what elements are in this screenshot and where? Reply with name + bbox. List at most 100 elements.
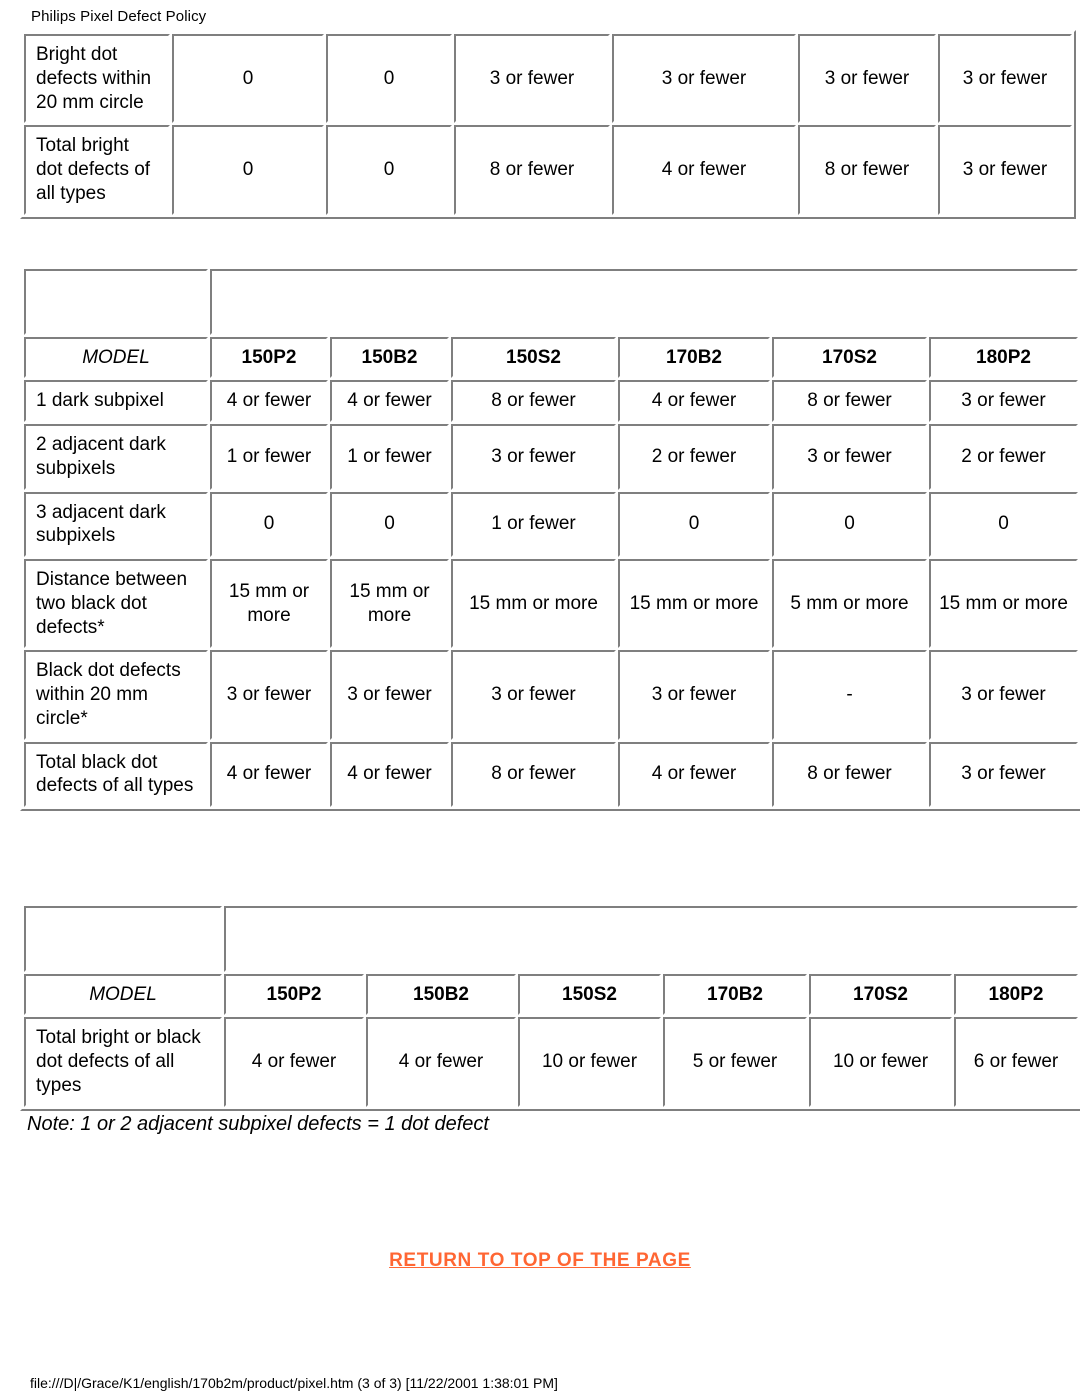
- cell-black-1-170S2: 3 or fewer: [772, 424, 927, 490]
- row-header-distance-between: Distance between two black dot defects*: [24, 559, 208, 649]
- cell-black-0-170B2: 4 or fewer: [618, 380, 770, 422]
- black-dot-acceptable-level-header: ACCEPTABLE LEVEL: [210, 269, 1079, 335]
- black-model-150B2: 150B2: [330, 336, 449, 379]
- table-row: Total bright or black dot defects of all…: [24, 1017, 1079, 1107]
- cell-bright-1-170S2: 8 or fewer: [798, 125, 936, 215]
- black-dot-corner-header: BLACK DOT DEFECTS: [24, 269, 208, 335]
- total-model-170B2: 170B2: [663, 973, 807, 1016]
- cell-black-4-170B2: 3 or fewer: [618, 650, 770, 740]
- cell-black-0-150P2: 4 or fewer: [210, 380, 328, 422]
- cell-bright-1-170B2: 4 or fewer: [612, 125, 796, 215]
- cell-total-0-170B2: 5 or fewer: [663, 1017, 807, 1107]
- black-model-180P2: 180P2: [929, 336, 1079, 379]
- table-model-row: MODEL 150P2 150B2 150S2 170B2 170S2 180P…: [24, 973, 1079, 1016]
- total-model-150B2: 150B2: [366, 973, 516, 1016]
- cell-black-3-150P2: 15 mm or more: [210, 559, 328, 649]
- table-row: 1 dark subpixel 4 or fewer 4 or fewer 8 …: [24, 380, 1079, 422]
- total-model-170S2: 170S2: [809, 973, 952, 1016]
- table-row: 2 adjacent dark subpixels 1 or fewer 1 o…: [24, 424, 1079, 490]
- cell-black-2-170S2: 0: [772, 491, 927, 557]
- cell-black-2-150B2: 0: [330, 491, 449, 557]
- total-model-180P2: 180P2: [954, 973, 1079, 1016]
- black-model-170B2: 170B2: [618, 336, 770, 379]
- return-to-top-container: RETURN TO TOP OF THE PAGE: [0, 1250, 1080, 1272]
- total-dot-acceptable-level-header: ACCEPTABLE LEVEL: [224, 906, 1079, 972]
- row-header-2-adjacent-dark: 2 adjacent dark subpixels: [24, 424, 208, 490]
- return-to-top-link[interactable]: RETURN TO TOP OF THE PAGE: [389, 1250, 691, 1271]
- cell-black-1-180P2: 2 or fewer: [929, 424, 1079, 490]
- total-dot-corner-header: TOTAL DOT DEFECTS: [24, 906, 222, 972]
- cell-bright-1-150S2: 8 or fewer: [454, 125, 610, 215]
- table-row: Black dot defects within 20 mm circle* 3…: [24, 650, 1079, 740]
- cell-total-0-170S2: 10 or fewer: [809, 1017, 952, 1107]
- row-header-total-bright-all: Total bright dot defects of all types: [24, 125, 170, 215]
- cell-total-0-150S2: 10 or fewer: [518, 1017, 661, 1107]
- cell-black-5-150S2: 8 or fewer: [451, 741, 616, 807]
- cell-black-1-150P2: 1 or fewer: [210, 424, 328, 490]
- subpixel-note: Note: 1 or 2 adjacent subpixel defects =…: [27, 1113, 489, 1135]
- cell-bright-0-170B2: 3 or fewer: [612, 34, 796, 124]
- table-header-row: BLACK DOT DEFECTS ACCEPTABLE LEVEL: [24, 269, 1079, 335]
- page-title: Philips Pixel Defect Policy: [31, 8, 207, 25]
- cell-black-2-150S2: 1 or fewer: [451, 491, 616, 557]
- cell-bright-0-150S2: 3 or fewer: [454, 34, 610, 124]
- cell-bright-0-180P2: 3 or fewer: [938, 34, 1072, 124]
- black-model-label: MODEL: [24, 336, 208, 379]
- cell-black-0-180P2: 3 or fewer: [929, 380, 1079, 422]
- black-model-170S2: 170S2: [772, 336, 927, 379]
- black-model-150S2: 150S2: [451, 336, 616, 379]
- bright-dot-defects-table: Bright dot defects within 20 mm circle 0…: [20, 30, 1076, 219]
- cell-black-5-170S2: 8 or fewer: [772, 741, 927, 807]
- cell-bright-1-180P2: 3 or fewer: [938, 125, 1072, 215]
- table-header-row: TOTAL DOT DEFECTS ACCEPTABLE LEVEL: [24, 906, 1079, 972]
- cell-black-4-150P2: 3 or fewer: [210, 650, 328, 740]
- cell-black-2-150P2: 0: [210, 491, 328, 557]
- cell-bright-1-150P2: 0: [172, 125, 324, 215]
- cell-black-5-150B2: 4 or fewer: [330, 741, 449, 807]
- total-model-150S2: 150S2: [518, 973, 661, 1016]
- row-header-3-adjacent-dark: 3 adjacent dark subpixels: [24, 491, 208, 557]
- row-header-1-dark-subpixel: 1 dark subpixel: [24, 380, 208, 422]
- cell-black-1-150B2: 1 or fewer: [330, 424, 449, 490]
- total-model-150P2: 150P2: [224, 973, 364, 1016]
- cell-bright-0-150B2: 0: [326, 34, 452, 124]
- cell-bright-1-150B2: 0: [326, 125, 452, 215]
- cell-black-0-170S2: 8 or fewer: [772, 380, 927, 422]
- cell-black-4-180P2: 3 or fewer: [929, 650, 1079, 740]
- table-row: Total black dot defects of all types 4 o…: [24, 741, 1079, 807]
- cell-black-4-150B2: 3 or fewer: [330, 650, 449, 740]
- table-row: Distance between two black dot defects* …: [24, 559, 1079, 649]
- cell-bright-0-150P2: 0: [172, 34, 324, 124]
- total-model-label: MODEL: [24, 973, 222, 1016]
- cell-black-2-180P2: 0: [929, 491, 1079, 557]
- cell-black-1-170B2: 2 or fewer: [618, 424, 770, 490]
- cell-black-3-170S2: 5 mm or more: [772, 559, 927, 649]
- cell-total-0-150B2: 4 or fewer: [366, 1017, 516, 1107]
- total-dot-defects-table: TOTAL DOT DEFECTS ACCEPTABLE LEVEL MODEL…: [20, 902, 1080, 1111]
- cell-total-0-150P2: 4 or fewer: [224, 1017, 364, 1107]
- cell-black-2-170B2: 0: [618, 491, 770, 557]
- row-header-black-dot-20mm: Black dot defects within 20 mm circle*: [24, 650, 208, 740]
- table-model-row: MODEL 150P2 150B2 150S2 170B2 170S2 180P…: [24, 336, 1079, 379]
- footer-path: file:///D|/Grace/K1/english/170b2m/produ…: [30, 1375, 558, 1391]
- cell-black-3-180P2: 15 mm or more: [929, 559, 1079, 649]
- cell-black-3-150B2: 15 mm or more: [330, 559, 449, 649]
- cell-black-5-150P2: 4 or fewer: [210, 741, 328, 807]
- cell-black-1-150S2: 3 or fewer: [451, 424, 616, 490]
- table-row: 3 adjacent dark subpixels 0 0 1 or fewer…: [24, 491, 1079, 557]
- cell-black-4-150S2: 3 or fewer: [451, 650, 616, 740]
- page-root: Philips Pixel Defect Policy Bright dot d…: [0, 0, 1080, 1397]
- cell-black-5-180P2: 3 or fewer: [929, 741, 1079, 807]
- cell-black-3-150S2: 15 mm or more: [451, 559, 616, 649]
- row-header-bright-dot-20mm: Bright dot defects within 20 mm circle: [24, 34, 170, 124]
- cell-black-4-170S2: -: [772, 650, 927, 740]
- table-row: Total bright dot defects of all types 0 …: [24, 125, 1072, 215]
- black-dot-defects-table: BLACK DOT DEFECTS ACCEPTABLE LEVEL MODEL…: [20, 265, 1080, 811]
- row-header-total-bright-or-black: Total bright or black dot defects of all…: [24, 1017, 222, 1107]
- cell-black-0-150B2: 4 or fewer: [330, 380, 449, 422]
- cell-total-0-180P2: 6 or fewer: [954, 1017, 1079, 1107]
- cell-black-3-170B2: 15 mm or more: [618, 559, 770, 649]
- table-row: Bright dot defects within 20 mm circle 0…: [24, 34, 1072, 124]
- row-header-total-black-all: Total black dot defects of all types: [24, 741, 208, 807]
- cell-black-0-150S2: 8 or fewer: [451, 380, 616, 422]
